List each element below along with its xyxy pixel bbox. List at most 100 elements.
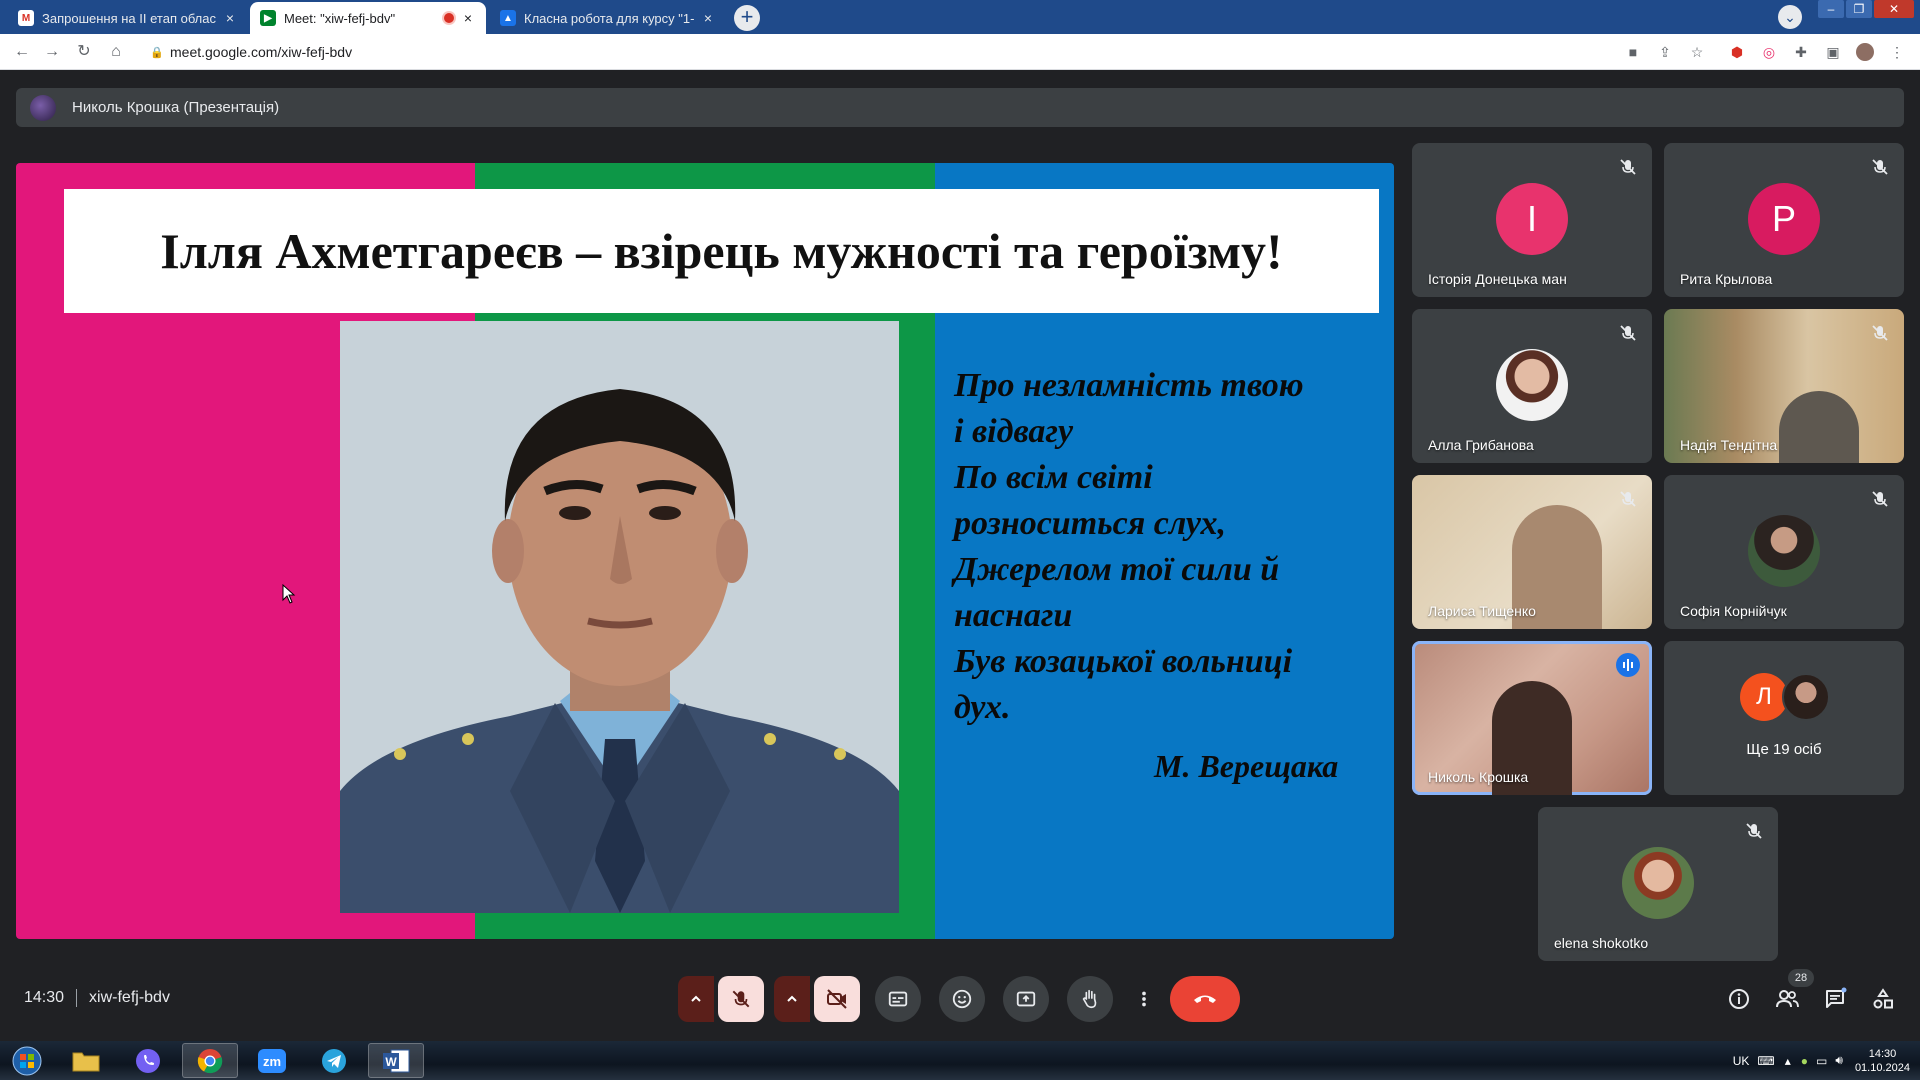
taskbar-viber[interactable] [120, 1043, 176, 1078]
volume-icon[interactable]: 🔊︎ [1835, 1053, 1843, 1068]
meeting-details-button[interactable] [1725, 985, 1753, 1013]
captions-button[interactable] [875, 976, 921, 1022]
more-options-button[interactable] [1122, 976, 1166, 1022]
camera-toggle-button[interactable] [814, 976, 860, 1022]
participant-name: Алла Грибанова [1428, 437, 1534, 453]
tab-search-button[interactable]: ⌄ [1778, 5, 1802, 29]
svg-text:zm: zm [263, 1054, 281, 1069]
mic-off-icon [732, 990, 750, 1008]
video-options-button[interactable] [774, 976, 810, 1022]
forward-icon[interactable]: → [42, 42, 62, 62]
participant-tile[interactable]: І Історія Донецька ман [1412, 143, 1652, 297]
mouse-cursor-icon [282, 584, 296, 604]
bookmark-star-icon[interactable]: ☆ [1688, 43, 1706, 61]
poem-line: Джерелом тої сили й [954, 551, 1280, 588]
portrait-illustration [340, 321, 899, 913]
participant-video-person [1779, 391, 1859, 463]
presentation-slide: Ілля Ахметгареєв – взірець мужності та г… [16, 163, 1394, 939]
poem-line: Був козацької вольниці [954, 643, 1293, 680]
mic-toggle-button[interactable] [718, 976, 764, 1022]
mic-off-icon [1872, 491, 1888, 507]
tab-gmail[interactable]: M Запрошення на ІІ етап обласно × [8, 2, 248, 34]
window-controls: – ❐ ✕ [1818, 0, 1914, 20]
participant-tile[interactable]: Алла Грибанова [1412, 309, 1652, 463]
more-participants-label: Ще 19 осіб [1746, 741, 1822, 758]
emoji-icon [952, 989, 972, 1009]
taskbar-zoom[interactable]: zm [244, 1043, 300, 1078]
taskbar-chrome[interactable] [182, 1043, 238, 1078]
audio-options-button[interactable] [678, 976, 714, 1022]
restore-button[interactable]: ❐ [1846, 0, 1872, 18]
extensions-puzzle-icon[interactable]: ✚ [1792, 43, 1810, 61]
close-window-button[interactable]: ✕ [1874, 0, 1914, 18]
tray-clock[interactable]: 14:30 01.10.2024 [1855, 1047, 1910, 1075]
participant-avatar: Л [1740, 673, 1788, 721]
poem-author: М. Верещака [1154, 748, 1339, 784]
adblock-icon[interactable]: ⬢ [1728, 43, 1746, 61]
new-tab-button[interactable]: + [734, 5, 760, 31]
kebab-menu-icon[interactable]: ⋮ [1888, 43, 1906, 61]
windows-logo-icon [12, 1046, 42, 1075]
tray-expand-icon[interactable]: ▴ [1785, 1054, 1791, 1068]
people-button[interactable] [1773, 985, 1801, 1013]
present-screen-button[interactable] [1003, 976, 1049, 1022]
poem-line: розноситься слух, [954, 505, 1227, 542]
start-button[interactable] [2, 1043, 52, 1078]
present-screen-icon [1016, 991, 1036, 1007]
presenter-label: Николь Крошка (Презентація) [72, 99, 280, 116]
close-tab-icon[interactable]: × [222, 10, 238, 26]
hang-up-icon [1194, 995, 1216, 1003]
raise-hand-button[interactable] [1067, 976, 1113, 1022]
reactions-button[interactable] [939, 976, 985, 1022]
lock-icon[interactable]: 🔒 [150, 46, 164, 59]
network-icon[interactable]: ▭ [1816, 1054, 1827, 1068]
poem-line: Про незламність твою [954, 367, 1304, 404]
participant-tile-active-speaker[interactable]: Николь Крошка [1412, 641, 1652, 795]
share-icon[interactable]: ⇪ [1656, 43, 1674, 61]
participant-tile[interactable]: Лариса Тищенко [1412, 475, 1652, 629]
presenter-avatar [30, 94, 56, 121]
browser-toolbar: ← → ↻ ⌂ 🔒 meet.google.com/xiw-fefj-bdv ■… [0, 34, 1920, 70]
extension-record-icon[interactable]: ◎ [1760, 43, 1778, 61]
tab-meet[interactable]: ▶ Meet: "xiw-fefj-bdv" × [250, 2, 486, 34]
address-bar[interactable]: 🔒 meet.google.com/xiw-fefj-bdv [140, 39, 1600, 65]
taskbar-telegram[interactable] [306, 1043, 362, 1078]
language-indicator[interactable]: UK [1733, 1054, 1750, 1068]
poem-line: і відвагу [954, 413, 1074, 450]
closed-captions-icon [888, 991, 908, 1007]
side-panel-icon[interactable]: ▣ [1824, 43, 1842, 61]
tray-time: 14:30 [1868, 1047, 1897, 1060]
participant-tile[interactable]: Р Рита Крылова [1664, 143, 1904, 297]
profile-avatar[interactable] [1856, 43, 1874, 61]
close-tab-icon[interactable]: × [460, 10, 476, 26]
camera-icon[interactable]: ■ [1624, 43, 1642, 61]
more-participants-tile[interactable]: Л Ще 19 осіб [1664, 641, 1904, 795]
minimize-button[interactable]: – [1818, 0, 1844, 18]
meeting-time: 14:30 [24, 989, 65, 1006]
chrome-icon [197, 1048, 223, 1073]
back-icon[interactable]: ← [12, 42, 32, 62]
tray-app-icon[interactable]: ● [1801, 1054, 1808, 1068]
close-tab-icon[interactable]: × [700, 10, 716, 26]
taskbar-explorer[interactable] [58, 1043, 114, 1078]
system-tray: UK ⌨ ▴ ● ▭ 🔊︎ 14:30 01.10.2024 [1733, 1044, 1910, 1077]
participant-tile[interactable]: elena shokotko [1538, 807, 1778, 961]
gmail-icon: M [18, 10, 34, 26]
telegram-icon [322, 1048, 346, 1073]
keyboard-icon[interactable]: ⌨ [1757, 1054, 1774, 1068]
home-icon[interactable]: ⌂ [106, 42, 126, 62]
chat-button[interactable] [1821, 985, 1849, 1013]
participant-avatar: Р [1748, 183, 1820, 255]
tab-classroom[interactable]: ▲ Класна робота для курсу "1-ф" × [490, 2, 726, 34]
activities-button[interactable] [1869, 985, 1897, 1013]
participant-name: Рита Крылова [1680, 271, 1773, 287]
participant-tile[interactable]: Софія Корнійчук [1664, 475, 1904, 629]
reload-icon[interactable]: ↻ [74, 42, 94, 62]
participant-tile[interactable]: Надія Тендітна [1664, 309, 1904, 463]
taskbar-word[interactable]: W [368, 1043, 424, 1078]
participant-name: Історія Донецька ман [1428, 271, 1567, 287]
slide-poem: Про незламність твою і відвагу По всім с… [954, 363, 1374, 731]
tab-title: Запрошення на ІІ етап обласно [42, 10, 216, 26]
meet-stage: Николь Крошка (Презентація) Ілля Ахметга… [0, 71, 1920, 1041]
leave-call-button[interactable] [1170, 976, 1240, 1022]
